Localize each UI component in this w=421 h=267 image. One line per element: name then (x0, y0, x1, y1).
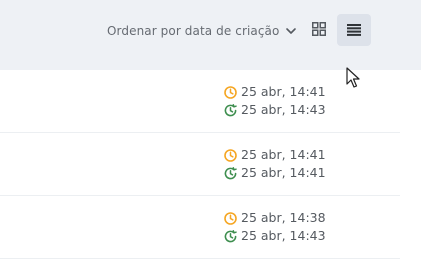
clock-icon (224, 85, 237, 99)
updated-date: 25 abr, 14:41 (241, 165, 326, 180)
refresh-clock-icon (224, 103, 237, 117)
created-date: 25 abr, 14:41 (241, 84, 326, 99)
grid-view-icon (312, 21, 326, 40)
sort-label: Ordenar por data de criação (107, 24, 280, 38)
updated-timestamp: 25 abr, 14:41 (224, 164, 326, 182)
sort-dropdown[interactable]: Ordenar por data de criação (107, 22, 297, 40)
list-view-icon (347, 21, 361, 40)
timestamps: 25 abr, 14:41 25 abr, 14:41 (224, 146, 326, 182)
chevron-down-icon (285, 25, 297, 37)
toolbar: Ordenar por data de criação (0, 0, 421, 70)
timestamps: 25 abr, 14:38 25 abr, 14:43 (224, 209, 326, 245)
updated-date: 25 abr, 14:43 (241, 102, 326, 117)
refresh-clock-icon (224, 166, 237, 180)
updated-timestamp: 25 abr, 14:43 (224, 227, 326, 245)
updated-date: 25 abr, 14:43 (241, 228, 326, 243)
created-date: 25 abr, 14:41 (241, 147, 326, 162)
timestamps: 25 abr, 14:41 25 abr, 14:43 (224, 83, 326, 119)
list-item[interactable]: 25 abr, 14:41 25 abr, 14:41 (0, 133, 400, 196)
created-timestamp: 25 abr, 14:41 (224, 83, 326, 101)
grid-view-button[interactable] (302, 14, 336, 46)
list-item[interactable]: 25 abr, 14:41 25 abr, 14:43 (0, 70, 400, 133)
created-date: 25 abr, 14:38 (241, 210, 326, 225)
clock-icon (224, 211, 237, 225)
list-view-button[interactable] (337, 14, 371, 46)
clock-icon (224, 148, 237, 162)
created-timestamp: 25 abr, 14:38 (224, 209, 326, 227)
refresh-clock-icon (224, 229, 237, 243)
item-list: 25 abr, 14:41 25 abr, 14:43 25 abr, 14:4… (0, 70, 421, 259)
updated-timestamp: 25 abr, 14:43 (224, 101, 326, 119)
list-item[interactable]: 25 abr, 14:38 25 abr, 14:43 (0, 196, 400, 259)
created-timestamp: 25 abr, 14:41 (224, 146, 326, 164)
